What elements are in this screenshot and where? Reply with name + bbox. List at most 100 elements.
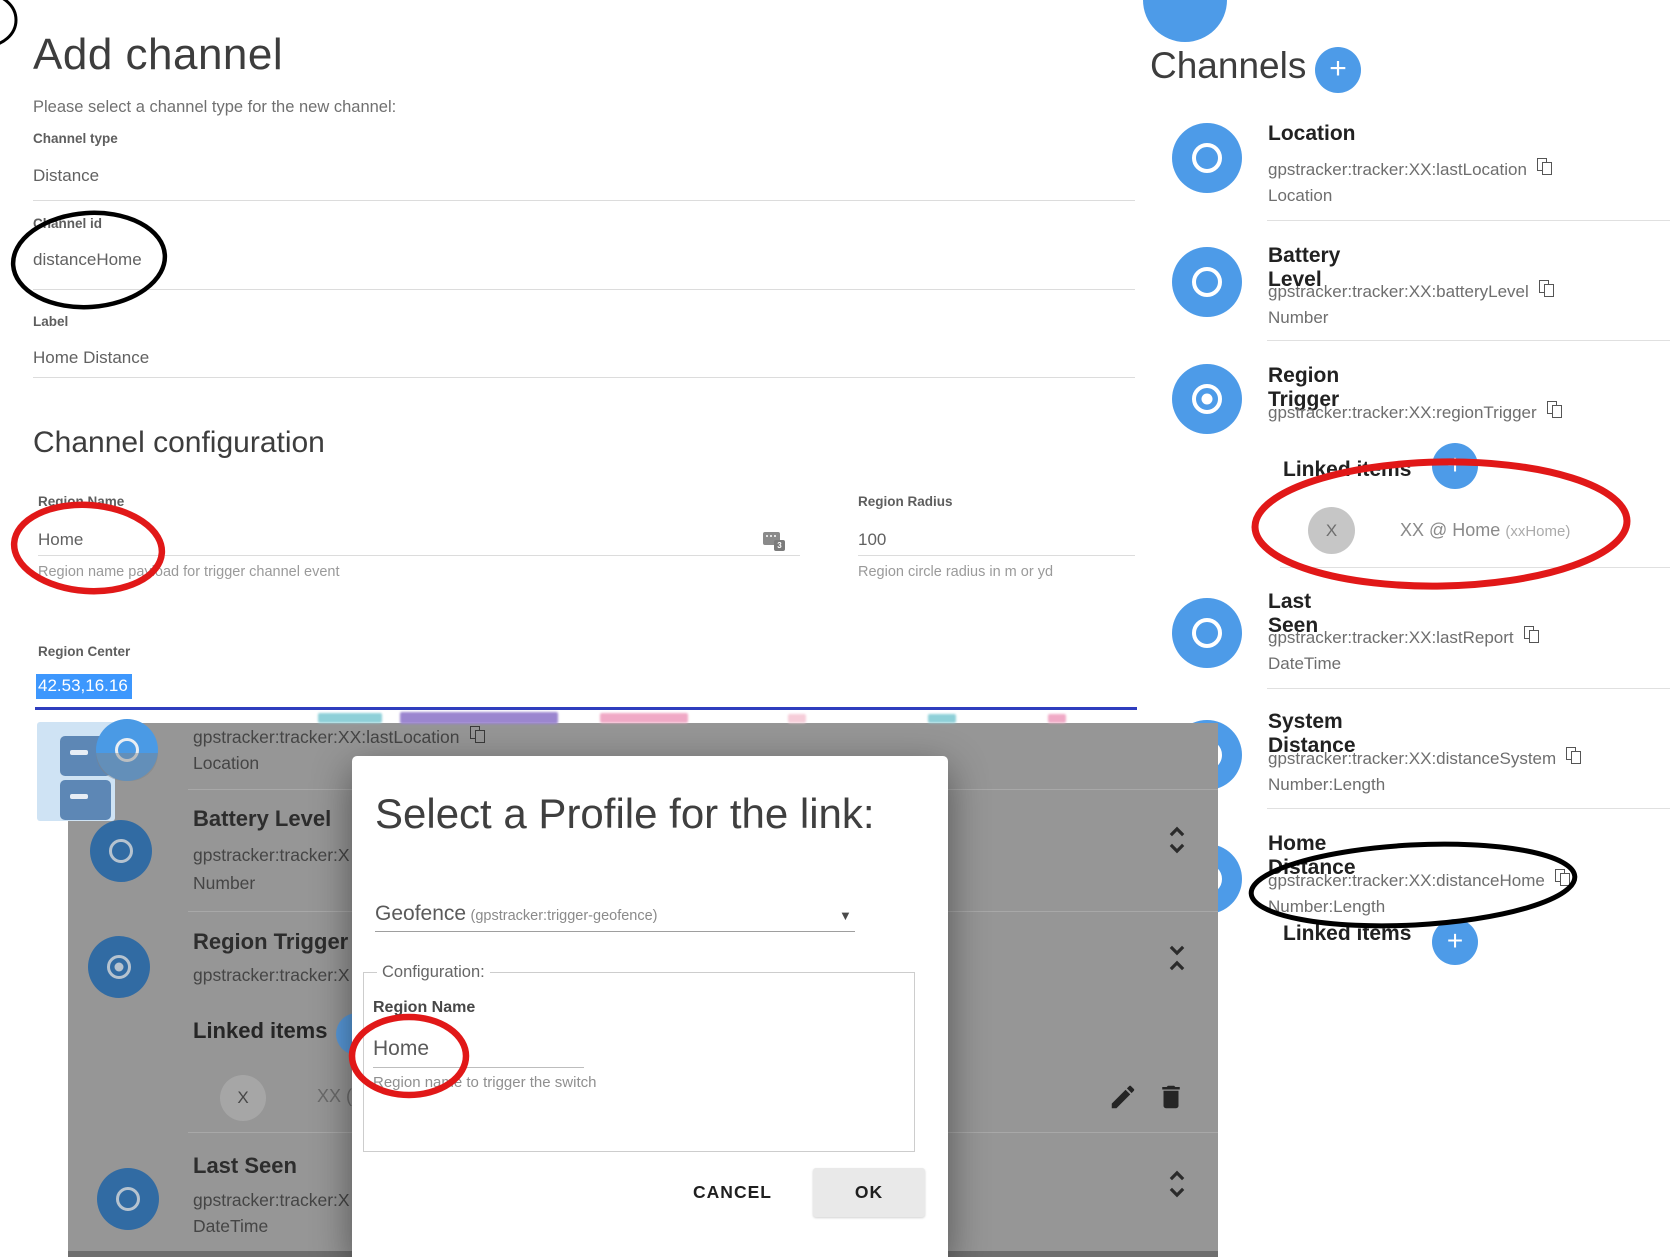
unfold-more-icon	[1164, 1168, 1190, 1200]
channel-type-label: Channel type	[33, 131, 118, 146]
numeric-input-icon[interactable]: 3	[763, 531, 785, 551]
region-radius-underline	[858, 555, 1135, 556]
region-name-underline	[38, 555, 800, 556]
channel-id-label: Channel id	[33, 216, 102, 231]
location-channel-icon	[96, 719, 158, 781]
artifact-blob	[928, 714, 956, 723]
artifact-blob	[788, 714, 806, 723]
channel-type-select[interactable]: Distance	[33, 166, 99, 186]
region-name-input[interactable]: Home	[38, 530, 83, 550]
unfold-less-icon	[1164, 942, 1190, 974]
page-title: Add channel	[33, 30, 283, 80]
channel-type: DateTime	[1268, 654, 1341, 674]
profile-select[interactable]: Geofence (gpstracker:trigger-geofence)	[375, 902, 855, 926]
artifact-blob	[400, 712, 558, 724]
region-center-label: Region Center	[38, 644, 130, 659]
divider	[1280, 567, 1670, 568]
battery-channel-icon	[90, 820, 152, 882]
profile-select-detail: (gpstracker:trigger-geofence)	[471, 908, 658, 924]
dropdown-caret-icon[interactable]: ▼	[839, 908, 852, 923]
add-channel-button[interactable]: +	[1315, 47, 1361, 93]
ok-button[interactable]: OK	[813, 1168, 925, 1217]
channel-uri: gpstracker:tracker:XX:distanceSystem	[1268, 747, 1581, 769]
linked-items-heading: Linked items	[1283, 458, 1411, 482]
copy-icon[interactable]	[1566, 747, 1581, 764]
region-trigger-channel-icon	[1172, 364, 1242, 434]
profile-select-value: Geofence	[375, 902, 466, 925]
dimmed-channel-uri: gpstracker:tracker:X	[193, 1190, 350, 1211]
copy-icon[interactable]	[1539, 280, 1554, 297]
dimmed-channel-title: Last Seen	[193, 1153, 297, 1179]
region-radius-label: Region Radius	[858, 494, 953, 509]
unfold-more-icon	[1164, 824, 1190, 856]
region-radius-hint: Region circle radius in m or yd	[858, 564, 1053, 580]
dimmed-channel-uri: gpstracker:tracker:X	[193, 965, 350, 986]
dimmed-linked-items-heading: Linked items	[193, 1018, 327, 1044]
region-radius-input[interactable]: 100	[858, 530, 886, 550]
channel-type: Number:Length	[1268, 897, 1385, 917]
profile-dialog: Select a Profile for the link: Geofence …	[352, 756, 948, 1257]
dialog-title: Select a Profile for the link:	[375, 790, 875, 838]
channel-type: Number	[1268, 308, 1328, 328]
form-subtitle: Please select a channel type for the new…	[33, 98, 396, 117]
copy-icon[interactable]	[1555, 869, 1570, 886]
dimmed-channel-title: Battery Level	[193, 806, 331, 832]
channels-panel-title: Channels	[1150, 45, 1306, 87]
edit-pencil-icon	[1108, 1082, 1138, 1112]
dimmed-linked-item-label: XX (	[317, 1086, 352, 1107]
dimmed-channel-uri: gpstracker:tracker:XX:lastLocation	[193, 726, 485, 748]
last-seen-channel-icon	[97, 1168, 159, 1230]
dimmed-channel-title: Region Trigger	[193, 929, 348, 955]
add-linked-item-button[interactable]: +	[1432, 443, 1478, 489]
region-name-label: Region Name	[38, 494, 124, 509]
cancel-button[interactable]: CANCEL	[680, 1168, 785, 1216]
divider	[1267, 808, 1670, 809]
copy-icon[interactable]	[1537, 158, 1552, 175]
label-field-label: Label	[33, 314, 68, 329]
copy-icon[interactable]	[1547, 401, 1562, 418]
dimmed-channel-type: Location	[193, 753, 259, 774]
channel-uri: gpstracker:tracker:XX:regionTrigger	[1268, 401, 1562, 423]
dialog-input-underline	[373, 1067, 584, 1068]
region-name-hint: Region name payload for trigger channel …	[38, 564, 339, 580]
channel-uri: gpstracker:tracker:XX:distanceHome	[1268, 869, 1570, 891]
linked-item-suffix: (xxHome)	[1505, 523, 1570, 540]
delete-trash-icon	[1156, 1082, 1186, 1112]
dialog-region-name-input[interactable]: Home	[373, 1037, 429, 1061]
last-seen-channel-icon	[1172, 598, 1242, 668]
dialog-region-name-hint: Region name to trigger the switch	[373, 1074, 596, 1091]
channel-uri: gpstracker:tracker:XX:batteryLevel	[1268, 280, 1554, 302]
battery-channel-icon	[1172, 247, 1242, 317]
channel-type: Number:Length	[1268, 775, 1385, 795]
cutoff-fab-circle	[1143, 0, 1227, 42]
artifact-blob	[1048, 714, 1066, 723]
channel-id-input[interactable]: distanceHome	[33, 250, 142, 270]
dimmed-channel-type: DateTime	[193, 1216, 268, 1237]
copy-icon	[470, 726, 485, 743]
location-channel-icon	[1172, 123, 1242, 193]
divider	[1267, 220, 1670, 221]
add-linked-item-button-2[interactable]: +	[1432, 919, 1478, 965]
dialog-region-name-label: Region Name	[373, 999, 475, 1017]
artifact-blob	[600, 713, 688, 723]
divider	[1267, 688, 1670, 689]
configuration-legend: Configuration:	[377, 963, 490, 982]
channel-uri: gpstracker:tracker:XX:lastReport	[1268, 626, 1539, 648]
region-center-focus-underline	[35, 707, 1137, 710]
region-center-input[interactable]: 42.53,16.16	[36, 674, 132, 699]
channel-type: Location	[1268, 186, 1332, 206]
dimmed-linked-item-avatar: X	[220, 1075, 266, 1121]
label-underline	[33, 377, 1135, 378]
channel-type-underline	[33, 200, 1135, 201]
label-field-input[interactable]: Home Distance	[33, 348, 149, 368]
select-underline	[375, 931, 855, 932]
dimmed-channel-type: Number	[193, 873, 255, 894]
copy-icon[interactable]	[1524, 626, 1539, 643]
dimmed-channel-uri: gpstracker:tracker:X	[193, 845, 350, 866]
annotation-arc-fragment	[0, 0, 16, 46]
screenshot-root: Add channel Please select a channel type…	[0, 0, 1670, 1257]
channel-id-underline	[33, 289, 1135, 290]
region-trigger-channel-icon	[88, 936, 150, 998]
annotation-red-ellipse-region-name	[11, 500, 165, 596]
linked-item-label: XX @ Home (xxHome)	[1400, 520, 1570, 541]
